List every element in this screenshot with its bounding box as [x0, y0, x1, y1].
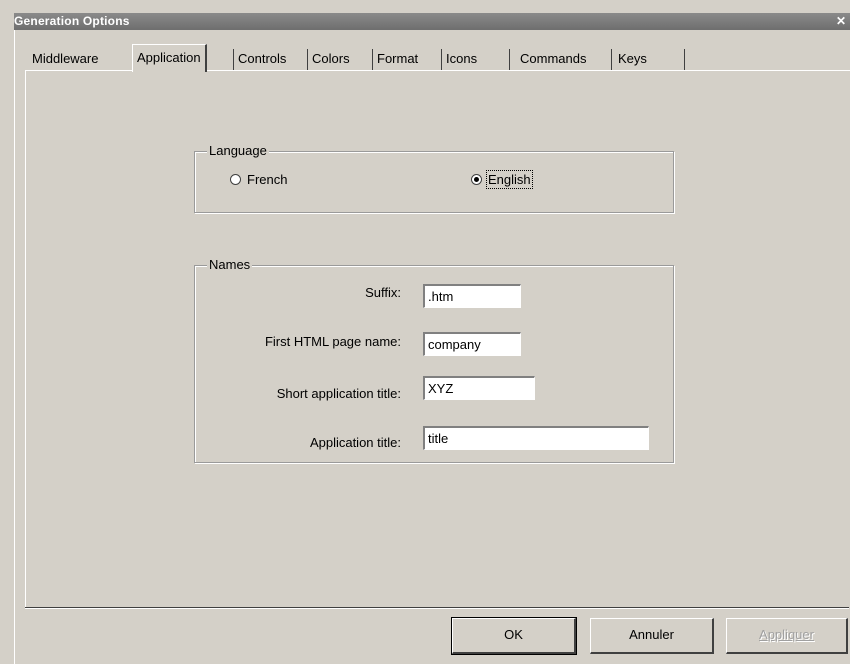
application-tab-panel: Language French English Names Suffix: Fi…	[25, 70, 850, 608]
apply-button[interactable]: Appliquer	[726, 618, 848, 654]
names-group: Names Suffix: First HTML page name: Shor…	[194, 257, 674, 463]
first-html-page-name-label: First HTML page name:	[264, 334, 401, 349]
generation-options-dialog: Generation Options ✕ Middleware Applicat…	[0, 0, 850, 664]
tab-middleware[interactable]: Middleware	[28, 48, 102, 70]
application-title-input[interactable]	[423, 426, 649, 450]
radio-french-label: French	[247, 172, 288, 187]
radio-button-icon	[230, 174, 241, 185]
radio-french[interactable]: French	[230, 172, 287, 187]
cancel-button[interactable]: Annuler	[590, 618, 714, 654]
names-group-label: Names	[207, 257, 253, 272]
window-frame-edge	[14, 30, 15, 664]
tab-separator	[611, 49, 612, 71]
tab-commands[interactable]: Commands	[516, 48, 590, 70]
title-bar[interactable]: Generation Options ✕	[14, 13, 850, 30]
window-title: Generation Options	[14, 14, 130, 28]
radio-button-selected-icon	[471, 174, 482, 185]
tab-separator	[684, 49, 685, 71]
application-title-label: Application title:	[309, 435, 401, 450]
suffix-input[interactable]	[423, 284, 521, 308]
tab-format[interactable]: Format	[373, 48, 422, 70]
first-html-page-name-input[interactable]	[423, 332, 521, 356]
language-group: Language French English	[194, 143, 674, 213]
footer-divider-highlight	[25, 608, 849, 609]
tab-colors[interactable]: Colors	[308, 48, 354, 70]
tab-icons[interactable]: Icons	[442, 48, 481, 70]
tab-keys[interactable]: Keys	[614, 48, 651, 70]
tab-application[interactable]: Application	[132, 44, 207, 72]
short-application-title-label: Short application title:	[276, 386, 401, 401]
ok-button[interactable]: OK	[451, 617, 577, 655]
tab-separator	[509, 49, 510, 71]
radio-english[interactable]: English	[471, 170, 533, 189]
suffix-label: Suffix:	[365, 285, 401, 300]
radio-english-label: English	[486, 170, 533, 189]
tab-controls[interactable]: Controls	[234, 48, 290, 70]
close-icon[interactable]: ✕	[834, 14, 848, 28]
short-application-title-input[interactable]	[423, 376, 535, 400]
language-group-label: Language	[207, 143, 269, 158]
